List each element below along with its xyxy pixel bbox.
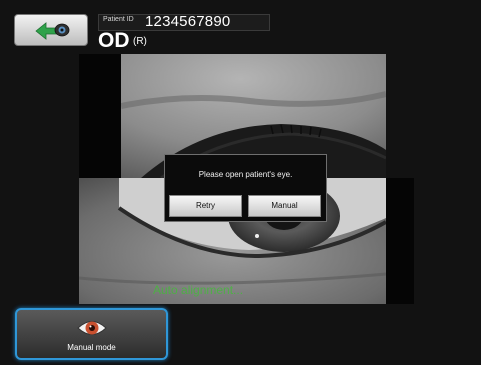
dialog-message: Please open patient's eye. xyxy=(198,170,293,179)
eye-side-sub-label: (R) xyxy=(133,36,147,47)
eye-side-label: OD xyxy=(98,29,130,52)
back-button[interactable] xyxy=(14,14,88,46)
open-eye-dialog: Please open patient's eye. Retry Manual xyxy=(164,154,327,222)
camera-view-border-left xyxy=(79,54,121,178)
patient-id-label: Patient ID xyxy=(103,16,134,23)
eye-icon xyxy=(77,321,107,335)
camera-view-border-right xyxy=(386,178,414,304)
retry-button[interactable]: Retry xyxy=(169,195,242,217)
manual-mode-button[interactable]: Manual mode xyxy=(15,308,168,360)
patient-id-value: 1234567890 xyxy=(145,13,231,30)
alignment-screen: Patient ID 1234567890 OD (R) Auto alignm… xyxy=(0,0,481,365)
manual-button[interactable]: Manual xyxy=(248,195,321,217)
back-arrow-eye-icon xyxy=(35,22,70,40)
auto-alignment-status: Auto alignment... xyxy=(153,283,244,297)
manual-mode-label: Manual mode xyxy=(67,343,116,352)
